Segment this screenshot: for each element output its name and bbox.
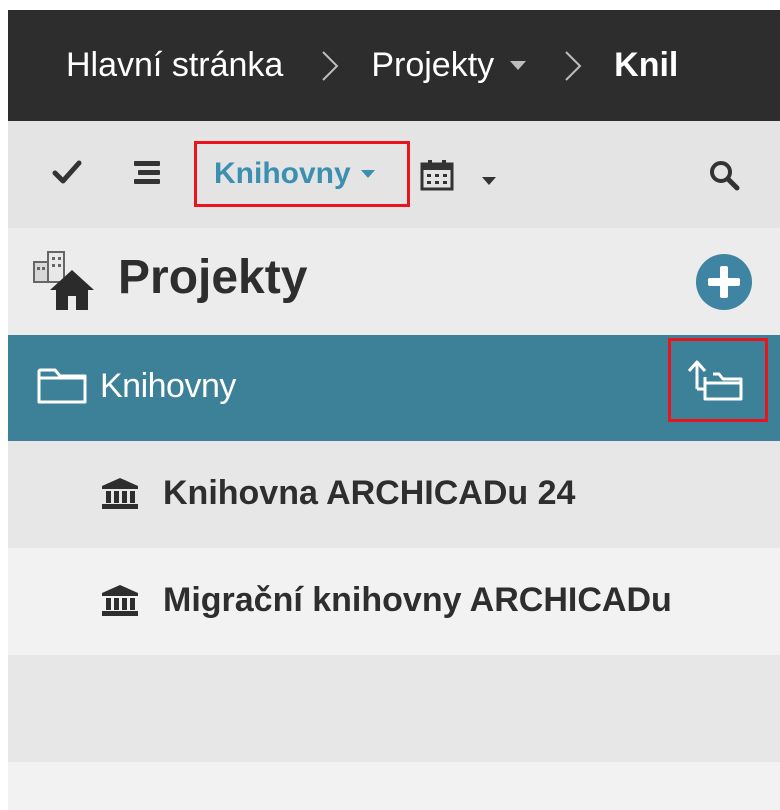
chevron-right-icon <box>322 50 339 81</box>
bank-icon <box>102 585 138 616</box>
folder-up-icon <box>687 360 743 401</box>
breadcrumb-home[interactable]: Hlavní stránka <box>66 46 283 85</box>
plus-circle-icon[interactable] <box>696 254 752 310</box>
breadcrumb: Hlavní stránka Projekty Knil <box>8 10 780 121</box>
search-icon[interactable] <box>708 159 740 191</box>
list-icon[interactable] <box>132 159 162 187</box>
list-item-label: Migrační knihovny ARCHICADu <box>163 581 672 619</box>
caret-down-icon <box>510 60 527 70</box>
list-item[interactable]: Migrační knihovny ARCHICADu <box>8 548 780 655</box>
caret-down-icon[interactable] <box>482 177 496 186</box>
folder-label: Knihovny <box>100 367 236 405</box>
list-item[interactable]: Knihovna ARCHICADu 24 <box>8 441 780 548</box>
breadcrumb-projects[interactable]: Projekty <box>371 46 527 85</box>
folder-row-selected[interactable]: Knihovny <box>8 335 780 441</box>
page-title: Projekty <box>118 251 308 304</box>
folder-icon <box>37 368 87 404</box>
toolbar: Knihovny <box>8 121 780 228</box>
chevron-right-icon <box>565 50 582 81</box>
calendar-icon[interactable] <box>420 159 454 191</box>
folder-up-button[interactable] <box>668 338 768 422</box>
library-dropdown[interactable]: Knihovny <box>194 141 410 207</box>
empty-row <box>8 762 780 810</box>
breadcrumb-projects-label: Projekty <box>371 46 495 84</box>
breadcrumb-current[interactable]: Knil <box>614 46 678 85</box>
app-frame: Hlavní stránka Projekty Knil Knihovny Pr… <box>8 10 780 810</box>
projects-icon <box>33 251 94 310</box>
empty-row <box>8 655 780 762</box>
check-icon[interactable] <box>52 159 82 185</box>
projects-header: Projekty <box>8 228 780 335</box>
bank-icon <box>102 478 138 509</box>
library-dropdown-label: Knihovny <box>214 157 351 190</box>
list-item-label: Knihovna ARCHICADu 24 <box>163 474 576 512</box>
caret-down-icon <box>360 169 375 178</box>
